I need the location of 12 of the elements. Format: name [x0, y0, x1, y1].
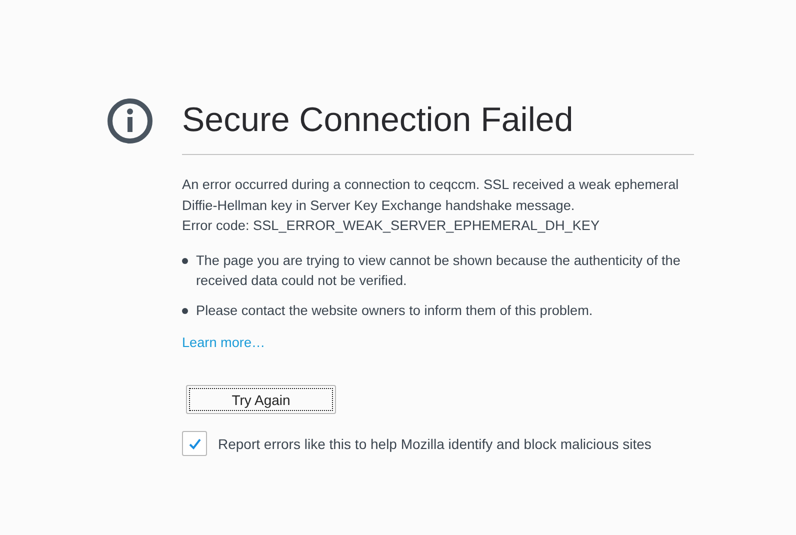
error-description: An error occurred during a connection to ceqccm. SSL received a weak ephemeral Diffie-Hellman key in Server Key Exchange handshake message. — [182, 176, 680, 215]
bullet-icon — [182, 308, 188, 314]
error-description: Error code: SSL_ERROR_WEAK_SERVER_EPHEMERAL_DH_KEY — [182, 217, 601, 235]
info-icon — [107, 98, 153, 144]
report-label: Report errors like this to help Mozilla identify and block malicious sites — [218, 436, 652, 452]
bullet-text: The page you are trying to view cannot be shown because the authenticity of the received data could not be verified. — [196, 252, 682, 290]
bullet-text: Please contact the website owners to inform them of this problem. — [196, 302, 593, 320]
bullet-icon — [182, 258, 188, 264]
page-title: Secure Connection Failed — [182, 96, 694, 155]
check-icon — [188, 436, 202, 450]
try-again-button[interactable]: Try Again — [186, 385, 336, 414]
report-checkbox[interactable] — [182, 431, 207, 456]
